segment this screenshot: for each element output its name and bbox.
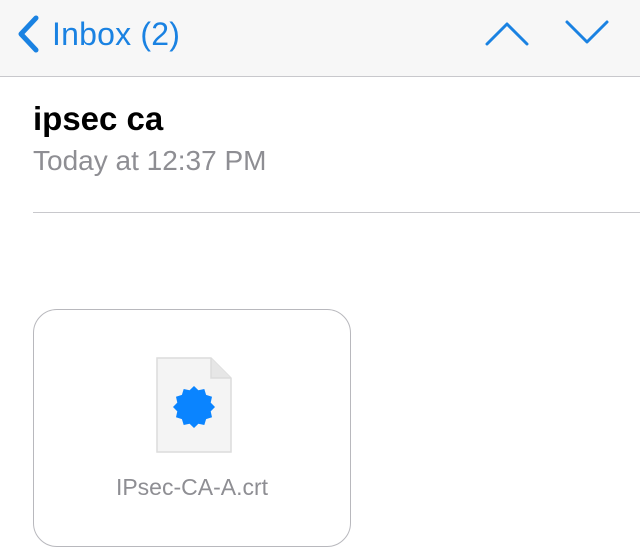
navigation-bar: Inbox (2) bbox=[0, 0, 640, 77]
chevron-up-icon bbox=[484, 18, 530, 48]
chevron-left-icon bbox=[14, 14, 42, 54]
message-timestamp: Today at 12:37 PM bbox=[33, 145, 267, 176]
attachment-card[interactable]: IPsec-CA-A.crt bbox=[33, 309, 351, 547]
next-message-button[interactable] bbox=[564, 18, 610, 48]
chevron-down-icon bbox=[564, 18, 610, 48]
back-button-label: Inbox (2) bbox=[52, 15, 181, 52]
certificate-file-icon bbox=[155, 356, 233, 454]
header-divider bbox=[33, 212, 640, 213]
back-to-inbox-button[interactable]: Inbox (2) bbox=[14, 10, 180, 58]
previous-message-button[interactable] bbox=[484, 18, 530, 48]
message-subject: ipsec ca bbox=[33, 100, 164, 137]
attachment-file-name: IPsec-CA-A.crt bbox=[115, 474, 269, 500]
